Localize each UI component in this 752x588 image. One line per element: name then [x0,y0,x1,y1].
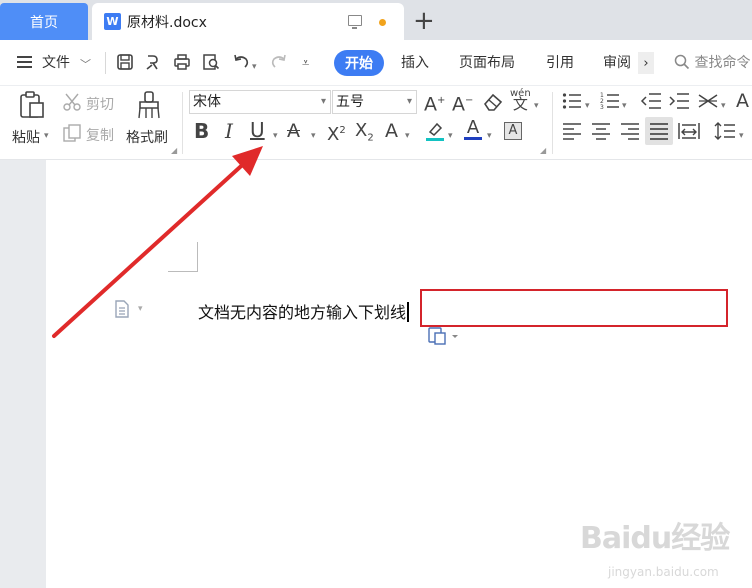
underline-dropdown-icon[interactable]: ▾ [273,126,278,146]
line-spacing-dropdown-icon[interactable]: ▾ [739,126,744,146]
paste-options-icon[interactable] [428,326,458,346]
superscript-icon[interactable]: X2 [327,121,346,145]
font-size-select[interactable]: 五号 ▾ [332,90,417,114]
print-icon[interactable] [173,53,191,75]
watermark: Baidu经验 jingyan.baidu.com [580,505,750,585]
underline-icon[interactable]: U [250,120,265,140]
unsaved-dot-icon [379,19,386,26]
chevron-down-icon[interactable]: ﹀ [80,56,91,74]
decrease-font-size-icon[interactable]: A− [452,91,473,114]
font-launcher-icon[interactable]: ◢ [540,146,546,155]
text-cursor [407,302,410,322]
tab-page-layout[interactable]: 页面布局 [459,52,515,72]
ribbon-toolbar: 粘贴 ▾ 剪切 复制 格式刷 ◢ 宋体 ▾ 五号 ▾ A+ A− wén 文 ▾ B … [0,86,752,160]
clipboard-launcher-icon[interactable]: ◢ [171,146,177,155]
cut-button[interactable]: 剪切 [86,94,114,114]
export-icon[interactable] [144,53,162,75]
highlight-dropdown-icon[interactable]: ▾ [448,126,453,146]
paragraph-dropdown-icon[interactable]: ▾ [138,304,143,314]
chinese-layout-icon[interactable] [697,92,719,115]
strikethrough-dropdown-icon[interactable]: ▾ [311,126,316,146]
font-name-value: 宋体 [193,94,221,110]
add-tab-button[interactable]: + [413,6,435,36]
text-effects-icon[interactable]: A [385,121,398,141]
line-spacing-icon[interactable] [714,122,736,145]
tab-document[interactable]: W 原材料.docx [92,3,404,40]
copy-button[interactable]: 复制 [86,125,114,145]
monitor-icon[interactable] [348,15,362,29]
tab-reference[interactable]: 引用 [546,52,574,72]
paste-button-label[interactable]: 粘贴 [12,127,40,147]
paste-icon[interactable] [17,90,47,125]
svg-text:3: 3 [600,104,604,110]
paragraph-settings-icon[interactable] [114,300,130,322]
bullet-list-icon[interactable] [562,92,582,115]
phonetic-dropdown-icon[interactable]: ▾ [534,96,539,116]
chevron-down-icon: ▾ [320,96,326,107]
left-gutter [0,160,46,588]
align-left-icon[interactable] [562,122,582,145]
tab-bar: 首页 W 原材料.docx + [0,0,752,40]
increase-indent-icon[interactable] [668,92,690,115]
strikethrough-icon[interactable]: A [287,121,300,141]
annotation-highlight-box [420,289,728,327]
word-doc-icon: W [104,13,121,30]
watermark-url: jingyan.baidu.com [608,565,719,579]
clear-format-eraser-icon[interactable] [482,92,504,117]
italic-icon[interactable]: I [225,121,233,141]
format-painter-icon[interactable] [136,90,162,127]
tab-insert[interactable]: 插入 [401,52,429,72]
menu-separator [105,52,106,74]
bullet-dropdown-icon[interactable]: ▾ [585,96,590,116]
paste-dropdown-icon[interactable]: ▾ [44,131,49,141]
text-effects-dropdown-icon[interactable]: ▾ [405,126,410,146]
font-name-select[interactable]: 宋体 ▾ [189,90,331,114]
phonetic-guide-icon[interactable]: wén 文 [510,88,531,112]
character-shading-icon[interactable]: A [504,122,522,140]
margin-corner-mark [168,242,198,272]
numbered-dropdown-icon[interactable]: ▾ [622,96,627,116]
customize-toolbar-icon[interactable]: ⩡ [302,55,309,73]
chinese-layout-dropdown-icon[interactable]: ▾ [721,96,726,116]
subscript-icon[interactable]: X2 [355,121,374,149]
tab-review[interactable]: 审阅 [603,52,631,72]
increase-font-size-icon[interactable]: A+ [424,91,445,114]
font-color-icon[interactable]: A [464,119,482,140]
ribbon-divider [182,92,183,154]
align-center-icon[interactable] [591,122,611,145]
print-preview-icon[interactable] [202,53,220,75]
undo-dropdown-icon[interactable]: ▾ [252,58,257,76]
hamburger-menu-icon[interactable] [17,56,32,68]
watermark-brand: Baidu经验 [580,521,730,556]
ribbon-divider [552,92,553,154]
save-icon[interactable] [116,53,134,75]
tab-home[interactable]: 首页 [0,3,88,40]
document-text-run: 文档无内容的地方输入下划线 [198,303,407,322]
menu-bar: 文件 ﹀ ▾ ⩡ 开始 插入 页面布局 引用 审阅 › 查找命令 [0,40,752,86]
tab-start[interactable]: 开始 [334,50,384,76]
document-tab-title: 原材料.docx [127,14,207,31]
highlight-color-icon[interactable] [424,120,446,147]
justify-icon[interactable] [645,117,673,145]
copy-icon[interactable] [62,123,82,148]
document-body-text[interactable]: 文档无内容的地方输入下划线 [198,299,410,323]
font-color-dropdown-icon[interactable]: ▾ [487,126,492,146]
menu-file[interactable]: 文件 [42,52,70,72]
search-icon [674,54,690,70]
bold-icon[interactable]: B [194,121,209,141]
more-tabs-chevron-icon[interactable]: › [638,52,654,74]
command-search[interactable]: 查找命令 [674,52,750,72]
numbered-list-icon[interactable]: 123 [600,92,620,115]
cut-icon[interactable] [62,92,82,117]
show-hide-marks-icon[interactable]: A [736,91,749,111]
undo-icon[interactable] [232,53,250,75]
distributed-align-icon[interactable] [678,122,700,145]
format-painter-button[interactable]: 格式刷 [126,127,168,147]
font-size-value: 五号 [336,94,364,110]
decrease-indent-icon[interactable] [640,92,662,115]
redo-icon[interactable] [270,53,288,75]
chevron-down-icon: ▾ [406,96,412,107]
command-search-placeholder: 查找命令 [694,55,751,71]
align-right-icon[interactable] [620,122,640,145]
